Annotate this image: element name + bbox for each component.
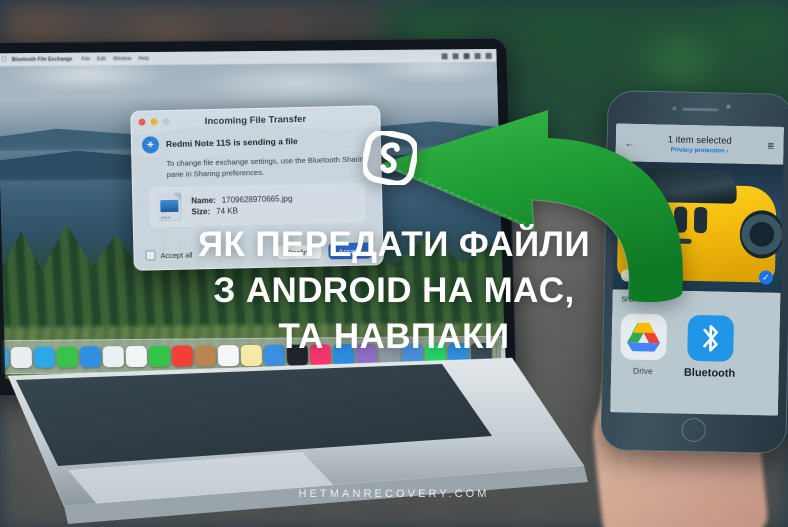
- photo-car-vent-3: [693, 206, 708, 234]
- dialog-footer: Accept all Decline Accept: [134, 242, 382, 264]
- menu-item-file[interactable]: File: [81, 56, 90, 62]
- google-drive-icon[interactable]: [620, 313, 668, 361]
- file-icon-type-label: JPEG: [160, 215, 171, 221]
- menu-item-help[interactable]: Help: [138, 55, 149, 61]
- share-sheet: Share to: [610, 289, 781, 416]
- hetman-recovery-logo: [363, 131, 417, 185]
- control-center-icon[interactable]: [474, 52, 481, 59]
- share-target-bluetooth[interactable]: Bluetooth: [683, 314, 737, 380]
- battery-status-icon[interactable]: [463, 52, 470, 59]
- bluetooth-status-icon[interactable]: [441, 52, 448, 59]
- file-metadata: Name: 1709628970665.jpg Size: 74 KB: [191, 192, 293, 218]
- menu-bar-status-area[interactable]: [441, 52, 492, 59]
- decline-button[interactable]: Decline: [276, 243, 323, 261]
- file-size-label: Size:: [191, 207, 211, 217]
- photo-car-wheel: [739, 209, 784, 259]
- dialog-body: ⚹ Redmi Note 11S is sending a file To ch…: [132, 128, 382, 228]
- sort-menu-icon[interactable]: ≣: [767, 140, 775, 151]
- share-app-list: Drive Bluetooth: [620, 313, 771, 380]
- dialog-description: To change file exchange settings, use th…: [166, 154, 369, 180]
- accept-all-checkbox[interactable]: [145, 250, 156, 261]
- share-target-bluetooth-label: Bluetooth: [683, 366, 736, 380]
- share-target-drive-label: Drive: [632, 365, 653, 377]
- menu-app-name[interactable]: Bluetooth File Exchange: [12, 56, 73, 63]
- clock-status-icon[interactable]: [485, 52, 492, 59]
- file-size-row: Size: 74 KB: [191, 205, 292, 216]
- file-info-box: JPEG Name: 1709628970665.jpg Size: 74 KB: [148, 182, 366, 228]
- site-watermark: HETMANRECOVERY.COM: [298, 488, 490, 500]
- dialog-heading-row: ⚹ Redmi Note 11S is sending a file: [141, 131, 370, 154]
- menu-item-edit[interactable]: Edit: [97, 56, 106, 62]
- menu-item-window[interactable]: Window: [113, 56, 132, 62]
- file-name-row: Name: 1709628970665.jpg: [191, 194, 292, 205]
- screenshot-canvas:  Bluetooth File Exchange File Edit Wind…: [0, 0, 788, 527]
- phone-front-camera-icon: [726, 104, 731, 109]
- wifi-status-icon[interactable]: [452, 52, 459, 59]
- share-target-drive[interactable]: Drive: [620, 313, 668, 377]
- photo-selected-check-icon[interactable]: ✓: [758, 270, 774, 285]
- bluetooth-icon: ⚹: [141, 136, 160, 154]
- file-size-value: 74 KB: [216, 206, 239, 216]
- apple-logo-icon[interactable]: : [1, 56, 7, 63]
- file-name-value: 1709628970665.jpg: [221, 194, 293, 205]
- jpeg-file-icon: JPEG: [157, 192, 182, 222]
- file-name-label: Name:: [191, 195, 216, 206]
- bluetooth-icon[interactable]: [686, 314, 734, 362]
- accept-all-label[interactable]: Accept all: [160, 250, 192, 260]
- dialog-heading: Redmi Note 11S is sending a file: [165, 136, 298, 150]
- incoming-file-transfer-dialog[interactable]: Incoming File Transfer ⚹ Redmi Note 11S …: [130, 105, 384, 271]
